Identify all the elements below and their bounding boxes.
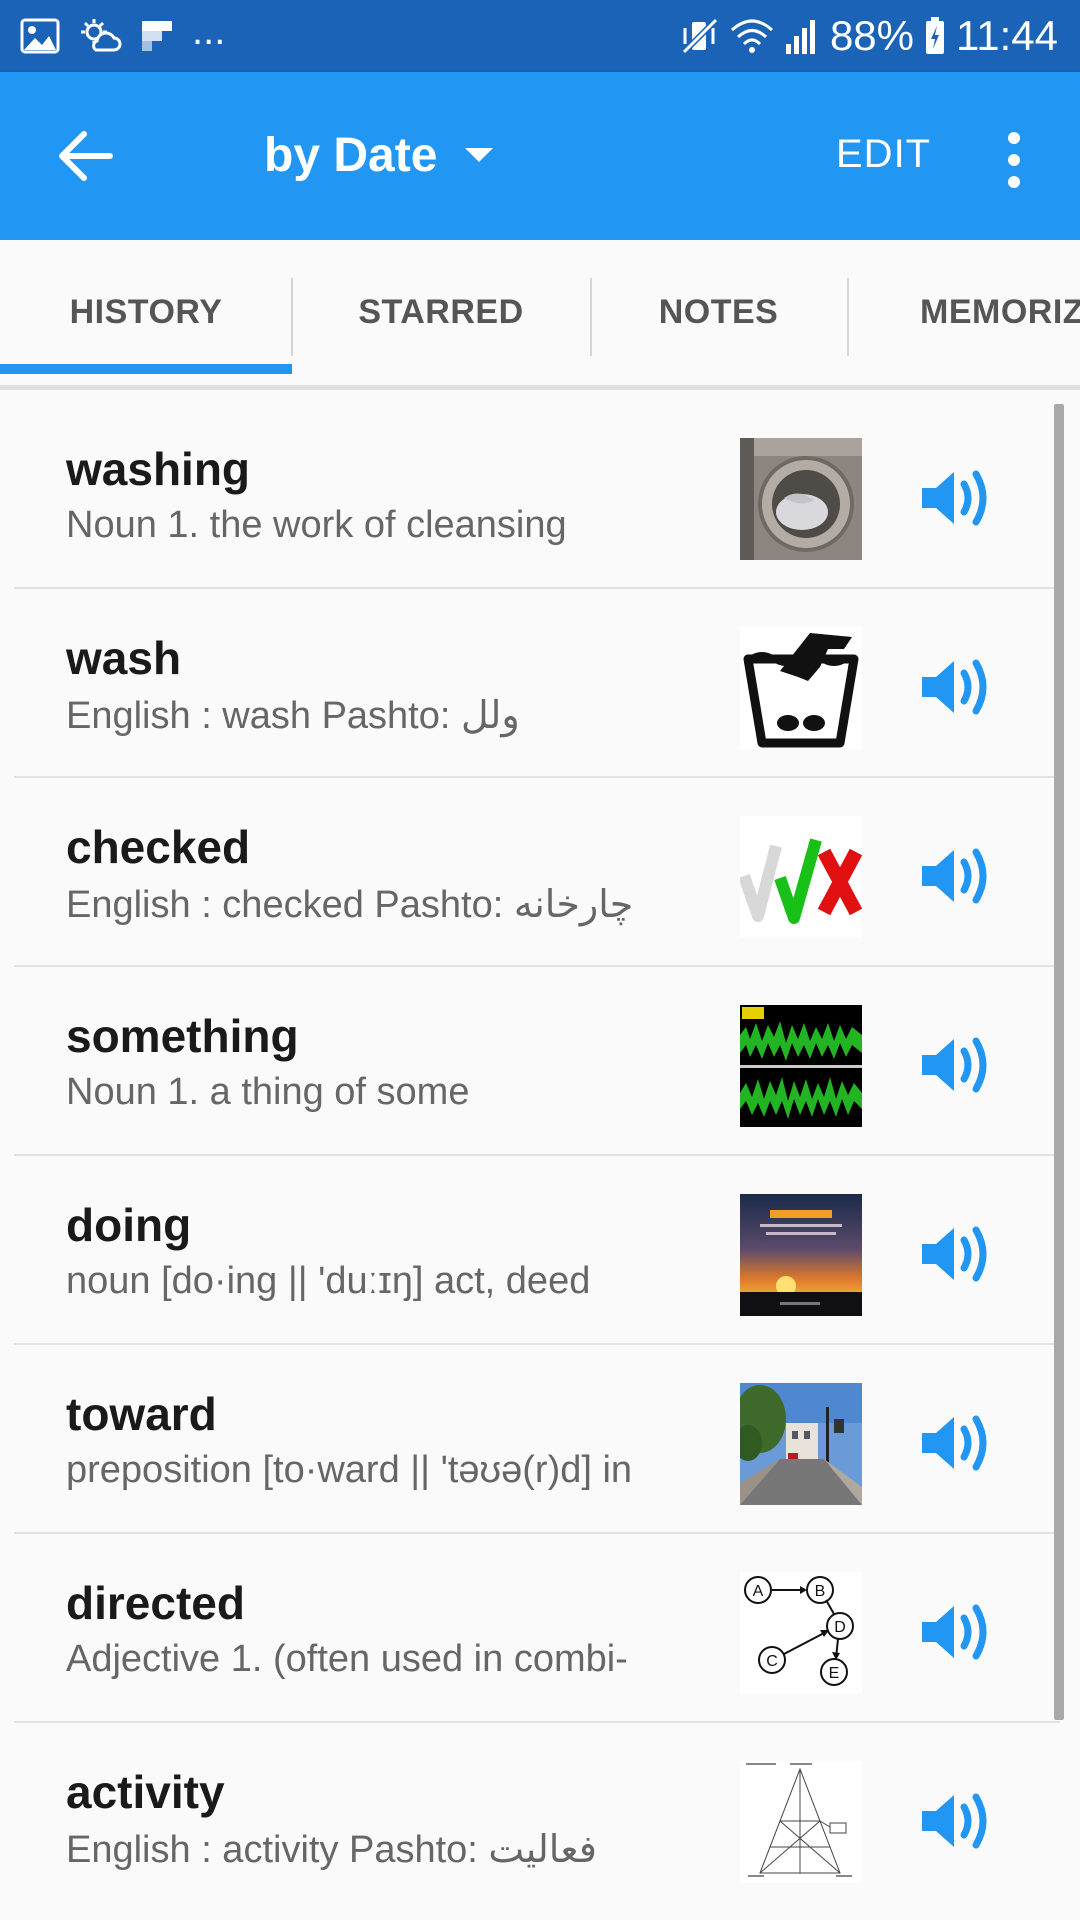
wifi-icon — [730, 19, 773, 53]
list-item[interactable]: checked English : checked Pashto: چارخان… — [0, 778, 1060, 967]
entry-word: toward — [66, 1388, 217, 1440]
list-scrollbar[interactable] — [1054, 404, 1064, 1720]
entry-word: washing — [66, 443, 251, 495]
entry-word: wash — [66, 632, 182, 684]
hand-wash-symbol-thumbnail[interactable] — [740, 627, 862, 749]
speaker-icon[interactable] — [920, 1600, 996, 1664]
entry-definition: English : checked Pashto: چارخانه — [66, 884, 634, 926]
tab-memorize[interactable]: MEMORIZ — [847, 240, 1080, 385]
entry-word: activity — [66, 1766, 225, 1818]
app-bar: by Date EDIT — [0, 72, 1080, 240]
entry-word: doing — [66, 1199, 192, 1251]
signal-icon — [785, 20, 815, 54]
sunset-poster-thumbnail[interactable] — [740, 1194, 862, 1316]
speaker-icon[interactable] — [920, 1789, 996, 1853]
more-notifications-indicator: ... — [192, 9, 226, 53]
status-bar: ... 88% 11:44 — [0, 0, 1080, 72]
check-marks-thumbnail[interactable] — [740, 816, 862, 938]
dropdown-arrow-icon — [465, 148, 494, 162]
list-item[interactable]: washing Noun 1. the work of cleansing — [0, 400, 1060, 589]
speaker-icon[interactable] — [920, 1033, 996, 1097]
speaker-icon[interactable] — [920, 844, 996, 908]
svg-text:D: D — [834, 1619, 846, 1636]
mute-vibrate-icon — [681, 17, 719, 55]
flipboard-icon — [142, 21, 172, 51]
more-vertical-icon[interactable] — [990, 128, 1038, 192]
entry-word: checked — [66, 821, 251, 873]
entry-word: something — [66, 1010, 299, 1062]
speaker-icon[interactable] — [920, 655, 996, 719]
clock: 11:44 — [956, 12, 1058, 59]
entry-definition: preposition [to·ward || 'təʊə(r)d] in — [66, 1449, 633, 1491]
activity-diagram-thumbnail[interactable] — [740, 1761, 862, 1883]
weather-icon — [81, 19, 122, 52]
history-list: washing Noun 1. the work of cleansing wa… — [0, 400, 1080, 1920]
directed-graph-thumbnail[interactable]: A B D C E — [740, 1572, 862, 1694]
street-photo-thumbnail[interactable] — [740, 1383, 862, 1505]
tab-starred[interactable]: STARRED — [292, 240, 590, 385]
tab-selected-indicator — [0, 364, 292, 374]
speaker-icon[interactable] — [920, 1222, 996, 1286]
svg-text:C: C — [766, 1653, 778, 1670]
list-item[interactable]: toward preposition [to·ward || 'təʊə(r)d… — [0, 1345, 1060, 1534]
entry-definition: Noun 1. a thing of some — [66, 1071, 470, 1113]
entry-word: directed — [66, 1577, 245, 1629]
svg-text:E: E — [829, 1665, 840, 1682]
speaker-icon[interactable] — [920, 1411, 996, 1475]
arrow-back-icon[interactable] — [54, 124, 118, 188]
list-item[interactable]: activity English : activity Pashto: فعال… — [0, 1723, 1060, 1912]
entry-definition: English : activity Pashto: فعالیت — [66, 1829, 597, 1871]
list-item[interactable]: doing noun [do·ing || 'duːɪŋ] act, deed — [0, 1156, 1060, 1345]
svg-text:A: A — [753, 1583, 764, 1600]
battery-percent: 88% — [829, 12, 914, 59]
gallery-icon — [20, 18, 60, 54]
audio-waveform-thumbnail[interactable] — [740, 1005, 862, 1127]
sort-dropdown-label: by Date — [264, 128, 438, 182]
list-item[interactable]: directed Adjective 1. (often used in com… — [0, 1534, 1060, 1723]
edit-button[interactable]: EDIT — [836, 132, 931, 177]
speaker-icon[interactable] — [920, 466, 996, 530]
svg-text:B: B — [815, 1583, 826, 1600]
battery-charging-icon — [926, 17, 944, 54]
entry-definition: Adjective 1. (often used in combi- — [66, 1638, 628, 1680]
tab-bar: HISTORY STARRED NOTES MEMORIZ — [0, 240, 1080, 390]
list-item[interactable]: wash English : wash Pashto: ولل — [0, 589, 1060, 778]
entry-definition: English : wash Pashto: ولل — [66, 695, 520, 737]
entry-definition: noun [do·ing || 'duːɪŋ] act, deed — [66, 1260, 591, 1302]
tab-notes[interactable]: NOTES — [590, 240, 847, 385]
list-item[interactable]: something Noun 1. a thing of some — [0, 967, 1060, 1156]
sort-dropdown[interactable]: by Date — [264, 120, 495, 190]
washing-machine-thumbnail[interactable] — [740, 438, 862, 560]
entry-definition: Noun 1. the work of cleansing — [66, 504, 567, 546]
